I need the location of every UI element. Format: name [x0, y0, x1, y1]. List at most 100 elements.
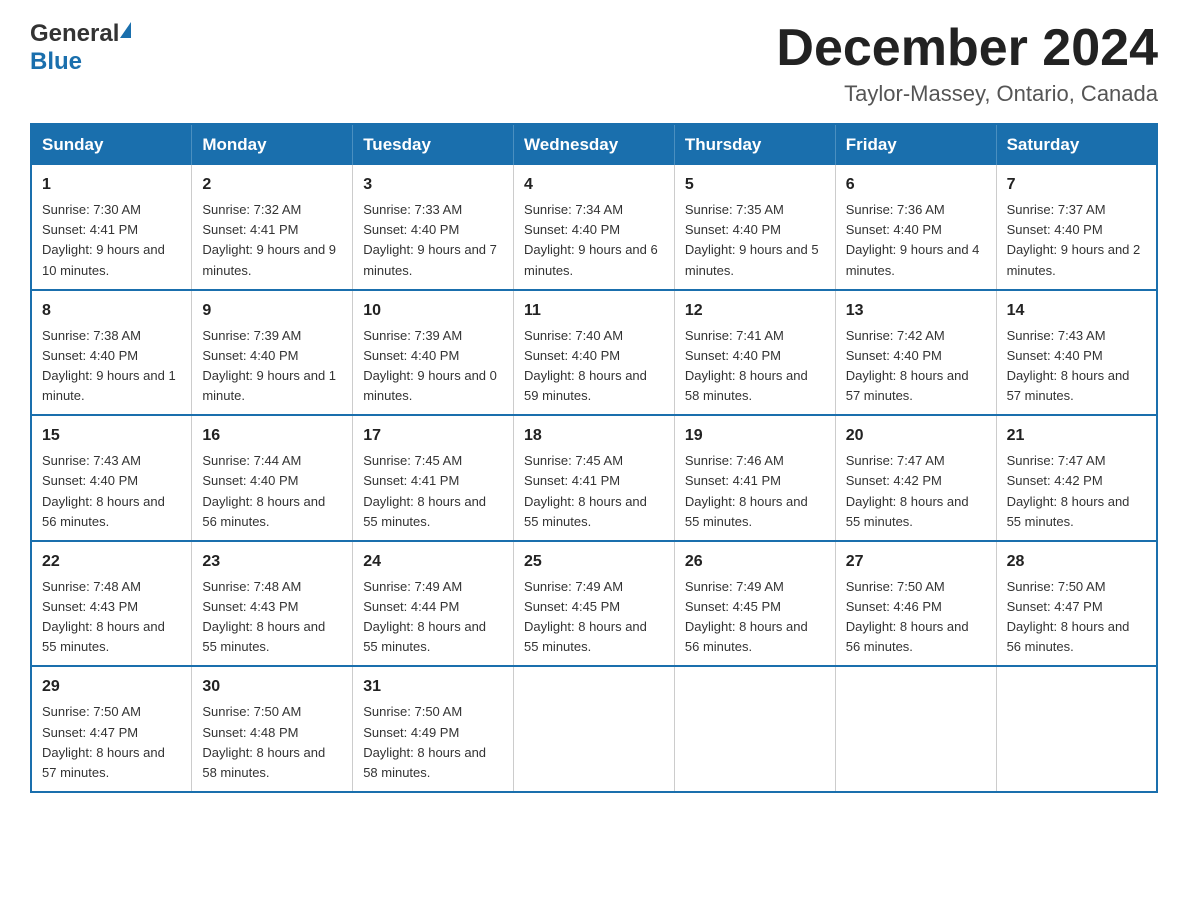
day-info: Sunrise: 7:45 AMSunset: 4:41 PMDaylight:…: [524, 451, 664, 532]
day-number: 6: [846, 173, 986, 197]
calendar-day-cell: 5 Sunrise: 7:35 AMSunset: 4:40 PMDaylight…: [674, 165, 835, 290]
day-number: 19: [685, 424, 825, 448]
calendar-day-cell: 17Sunrise: 7:45 AMSunset: 4:41 PMDayligh…: [353, 415, 514, 541]
calendar-day-cell: [514, 666, 675, 792]
day-number: 26: [685, 550, 825, 574]
day-info: Sunrise: 7:45 AMSunset: 4:41 PMDaylight:…: [363, 451, 503, 532]
day-info: Sunrise: 7:46 AMSunset: 4:41 PMDaylight:…: [685, 451, 825, 532]
logo-text: GeneralBlue: [30, 20, 131, 76]
col-sunday: Sunday: [31, 124, 192, 165]
day-info: Sunrise: 7:50 AMSunset: 4:49 PMDaylight:…: [363, 702, 503, 783]
day-number: 14: [1007, 299, 1146, 323]
day-number: 20: [846, 424, 986, 448]
day-info: Sunrise: 7:42 AMSunset: 4:40 PMDaylight:…: [846, 326, 986, 407]
calendar-day-cell: 1 Sunrise: 7:30 AMSunset: 4:41 PMDaylight…: [31, 165, 192, 290]
day-info: Sunrise: 7:37 AMSunset: 4:40 PMDaylight:…: [1007, 200, 1146, 281]
day-number: 29: [42, 675, 181, 699]
day-number: 3: [363, 173, 503, 197]
day-number: 11: [524, 299, 664, 323]
calendar-day-cell: 4 Sunrise: 7:34 AMSunset: 4:40 PMDaylight…: [514, 165, 675, 290]
calendar-day-cell: 20 Sunrise: 7:47 AMSunset: 4:42 PMDayligh…: [835, 415, 996, 541]
day-number: 18: [524, 424, 664, 448]
calendar-day-cell: 31 Sunrise: 7:50 AMSunset: 4:49 PMDayligh…: [353, 666, 514, 792]
calendar-week-row: 1 Sunrise: 7:30 AMSunset: 4:41 PMDaylight…: [31, 165, 1157, 290]
day-number: 22: [42, 550, 181, 574]
page-header: GeneralBlue December 2024 Taylor-Massey,…: [30, 20, 1158, 107]
logo-area: GeneralBlue: [30, 20, 131, 76]
calendar-day-cell: 29 Sunrise: 7:50 AMSunset: 4:47 PMDayligh…: [31, 666, 192, 792]
day-number: 12: [685, 299, 825, 323]
calendar-day-cell: [835, 666, 996, 792]
day-number: 13: [846, 299, 986, 323]
day-info: Sunrise: 7:50 AMSunset: 4:46 PMDaylight:…: [846, 577, 986, 658]
day-number: 24: [363, 550, 503, 574]
day-number: 10: [363, 299, 503, 323]
calendar-day-cell: 19 Sunrise: 7:46 AMSunset: 4:41 PMDayligh…: [674, 415, 835, 541]
col-saturday: Saturday: [996, 124, 1157, 165]
calendar-header-row: Sunday Monday Tuesday Wednesday Thursday…: [31, 124, 1157, 165]
day-number: 4: [524, 173, 664, 197]
logo-arrow-icon: [120, 22, 131, 38]
day-info: Sunrise: 7:36 AMSunset: 4:40 PMDaylight:…: [846, 200, 986, 281]
calendar-day-cell: 10 Sunrise: 7:39 AMSunset: 4:40 PMDayligh…: [353, 290, 514, 416]
day-info: Sunrise: 7:50 AMSunset: 4:47 PMDaylight:…: [42, 702, 181, 783]
day-number: 23: [202, 550, 342, 574]
calendar-day-cell: 27 Sunrise: 7:50 AMSunset: 4:46 PMDayligh…: [835, 541, 996, 667]
day-info: Sunrise: 7:38 AMSunset: 4:40 PMDaylight:…: [42, 326, 181, 407]
day-number: 16: [202, 424, 342, 448]
col-tuesday: Tuesday: [353, 124, 514, 165]
calendar-day-cell: 3Sunrise: 7:33 AMSunset: 4:40 PMDaylight…: [353, 165, 514, 290]
day-info: Sunrise: 7:30 AMSunset: 4:41 PMDaylight:…: [42, 200, 181, 281]
day-number: 30: [202, 675, 342, 699]
col-monday: Monday: [192, 124, 353, 165]
calendar-table: Sunday Monday Tuesday Wednesday Thursday…: [30, 123, 1158, 793]
calendar-day-cell: 11 Sunrise: 7:40 AMSunset: 4:40 PMDayligh…: [514, 290, 675, 416]
calendar-day-cell: 28Sunrise: 7:50 AMSunset: 4:47 PMDayligh…: [996, 541, 1157, 667]
day-info: Sunrise: 7:39 AMSunset: 4:40 PMDaylight:…: [363, 326, 503, 407]
calendar-day-cell: 12 Sunrise: 7:41 AMSunset: 4:40 PMDayligh…: [674, 290, 835, 416]
day-number: 2: [202, 173, 342, 197]
calendar-day-cell: 21 Sunrise: 7:47 AMSunset: 4:42 PMDayligh…: [996, 415, 1157, 541]
day-info: Sunrise: 7:47 AMSunset: 4:42 PMDaylight:…: [846, 451, 986, 532]
day-number: 1: [42, 173, 181, 197]
day-number: 25: [524, 550, 664, 574]
day-number: 21: [1007, 424, 1146, 448]
day-number: 9: [202, 299, 342, 323]
calendar-week-row: 8Sunrise: 7:38 AMSunset: 4:40 PMDaylight…: [31, 290, 1157, 416]
calendar-day-cell: 23Sunrise: 7:48 AMSunset: 4:43 PMDayligh…: [192, 541, 353, 667]
calendar-week-row: 22 Sunrise: 7:48 AMSunset: 4:43 PMDayligh…: [31, 541, 1157, 667]
calendar-day-cell: 16Sunrise: 7:44 AMSunset: 4:40 PMDayligh…: [192, 415, 353, 541]
calendar-day-cell: [996, 666, 1157, 792]
day-info: Sunrise: 7:48 AMSunset: 4:43 PMDaylight:…: [42, 577, 181, 658]
day-info: Sunrise: 7:41 AMSunset: 4:40 PMDaylight:…: [685, 326, 825, 407]
day-info: Sunrise: 7:50 AMSunset: 4:47 PMDaylight:…: [1007, 577, 1146, 658]
location-subtitle: Taylor-Massey, Ontario, Canada: [776, 81, 1158, 107]
day-info: Sunrise: 7:43 AMSunset: 4:40 PMDaylight:…: [1007, 326, 1146, 407]
calendar-day-cell: 24 Sunrise: 7:49 AMSunset: 4:44 PMDayligh…: [353, 541, 514, 667]
day-info: Sunrise: 7:47 AMSunset: 4:42 PMDaylight:…: [1007, 451, 1146, 532]
calendar-day-cell: 15 Sunrise: 7:43 AMSunset: 4:40 PMDayligh…: [31, 415, 192, 541]
day-info: Sunrise: 7:34 AMSunset: 4:40 PMDaylight:…: [524, 200, 664, 281]
calendar-day-cell: 25 Sunrise: 7:49 AMSunset: 4:45 PMDayligh…: [514, 541, 675, 667]
day-number: 15: [42, 424, 181, 448]
day-number: 5: [685, 173, 825, 197]
calendar-day-cell: 26Sunrise: 7:49 AMSunset: 4:45 PMDayligh…: [674, 541, 835, 667]
day-info: Sunrise: 7:43 AMSunset: 4:40 PMDaylight:…: [42, 451, 181, 532]
calendar-day-cell: 6 Sunrise: 7:36 AMSunset: 4:40 PMDaylight…: [835, 165, 996, 290]
day-info: Sunrise: 7:40 AMSunset: 4:40 PMDaylight:…: [524, 326, 664, 407]
day-number: 7: [1007, 173, 1146, 197]
day-info: Sunrise: 7:35 AMSunset: 4:40 PMDaylight:…: [685, 200, 825, 281]
calendar-week-row: 15 Sunrise: 7:43 AMSunset: 4:40 PMDayligh…: [31, 415, 1157, 541]
col-friday: Friday: [835, 124, 996, 165]
calendar-day-cell: 30 Sunrise: 7:50 AMSunset: 4:48 PMDayligh…: [192, 666, 353, 792]
calendar-day-cell: 18 Sunrise: 7:45 AMSunset: 4:41 PMDayligh…: [514, 415, 675, 541]
day-number: 31: [363, 675, 503, 699]
day-info: Sunrise: 7:50 AMSunset: 4:48 PMDaylight:…: [202, 702, 342, 783]
calendar-day-cell: [674, 666, 835, 792]
day-number: 27: [846, 550, 986, 574]
day-info: Sunrise: 7:49 AMSunset: 4:45 PMDaylight:…: [524, 577, 664, 658]
calendar-week-row: 29 Sunrise: 7:50 AMSunset: 4:47 PMDayligh…: [31, 666, 1157, 792]
day-info: Sunrise: 7:49 AMSunset: 4:44 PMDaylight:…: [363, 577, 503, 658]
col-thursday: Thursday: [674, 124, 835, 165]
day-info: Sunrise: 7:39 AMSunset: 4:40 PMDaylight:…: [202, 326, 342, 407]
